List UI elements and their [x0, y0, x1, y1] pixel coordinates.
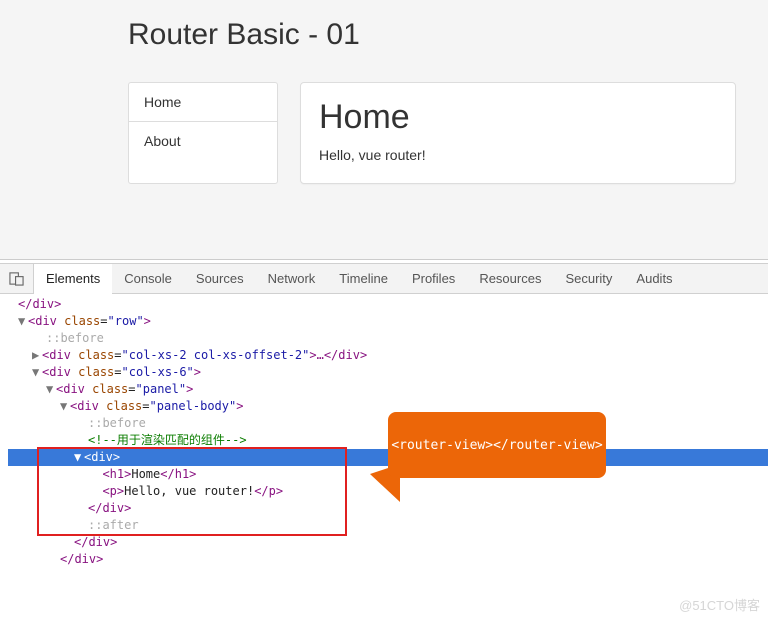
callout-text: <router-view></router-view>	[391, 437, 602, 454]
dom-node: ▶<div class="col-xs-2 col-xs-offset-2">……	[8, 347, 768, 364]
router-view-panel: Home Hello, vue router!	[300, 82, 736, 184]
tab-timeline[interactable]: Timeline	[327, 264, 400, 294]
dom-node: </div>	[8, 551, 768, 568]
tab-network[interactable]: Network	[256, 264, 328, 294]
dom-tree[interactable]: </div> ▼<div class="row"> ::before ▶<div…	[0, 294, 768, 568]
dom-pseudo: ::before	[8, 330, 768, 347]
tab-profiles[interactable]: Profiles	[400, 264, 467, 294]
devtools-panel: Elements Console Sources Network Timelin…	[0, 259, 768, 617]
tab-console[interactable]: Console	[112, 264, 184, 294]
watermark: @51CTO博客	[679, 595, 760, 614]
dom-node: </div>	[8, 534, 768, 551]
content-row: Home About Home Hello, vue router!	[128, 82, 768, 184]
nav-item-about[interactable]: About	[129, 122, 277, 160]
tab-sources[interactable]: Sources	[184, 264, 256, 294]
page-title: Router Basic - 01	[128, 18, 768, 52]
dom-node: </div>	[8, 296, 768, 313]
tab-resources[interactable]: Resources	[467, 264, 553, 294]
dom-node: ▼<div class="panel">	[8, 381, 768, 398]
nav-list: Home About	[128, 82, 278, 184]
dom-node: ▼<div class="panel-body">	[8, 398, 768, 415]
tab-elements[interactable]: Elements	[34, 264, 112, 294]
nav-item-home[interactable]: Home	[129, 83, 277, 122]
dom-node: ▼<div class="row">	[8, 313, 768, 330]
device-toggle-icon[interactable]	[0, 264, 34, 294]
page-viewport: Router Basic - 01 Home About Home Hello,…	[0, 0, 768, 259]
dom-node: ▼<div class="col-xs-6">	[8, 364, 768, 381]
panel-heading: Home	[319, 98, 717, 137]
dom-pseudo: ::after	[8, 517, 768, 534]
annotation-callout: <router-view></router-view>	[388, 412, 606, 478]
tab-audits[interactable]: Audits	[624, 264, 684, 294]
devtools-tabs: Elements Console Sources Network Timelin…	[0, 264, 768, 294]
panel-text: Hello, vue router!	[319, 147, 717, 163]
dom-node: </div>	[8, 500, 768, 517]
tab-security[interactable]: Security	[553, 264, 624, 294]
